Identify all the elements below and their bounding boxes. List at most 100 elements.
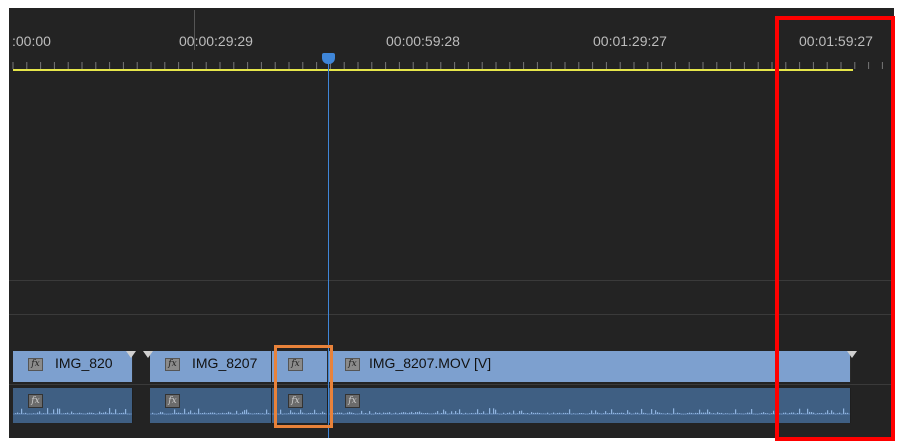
waveform-bar — [559, 412, 561, 414]
waveform-bar — [91, 412, 93, 414]
clip-marker — [126, 351, 136, 358]
waveform-bar — [591, 410, 593, 414]
waveform-bar — [39, 411, 41, 414]
waveform-bar — [407, 413, 409, 414]
waveform-bar — [543, 413, 545, 414]
waveform-bar — [93, 413, 95, 414]
waveform-bar — [521, 410, 523, 414]
waveform-bar — [661, 413, 663, 414]
waveform-bar — [101, 412, 103, 414]
waveform-bar — [194, 412, 196, 414]
waveform-bar — [709, 411, 711, 414]
waveform-bar — [349, 411, 351, 414]
waveform-bar — [529, 413, 531, 415]
waveform-bar — [689, 412, 691, 414]
video-clip[interactable]: fx IMG_820 — [13, 351, 133, 382]
waveform-bar — [47, 408, 49, 414]
waveform-bar — [236, 410, 238, 414]
waveform-bar — [357, 413, 359, 415]
waveform-bar — [691, 412, 693, 414]
audio-clip[interactable]: fx — [13, 388, 133, 423]
waveform-bar — [509, 412, 511, 414]
waveform-bar — [467, 413, 469, 415]
waveform-bar — [415, 412, 417, 414]
waveform-bar — [339, 412, 341, 414]
waveform-bar — [162, 412, 164, 414]
waveform-bar — [31, 413, 33, 415]
waveform-bar — [55, 413, 57, 414]
waveform-bar — [579, 413, 581, 414]
waveform-bar — [635, 412, 637, 414]
timeline-panel[interactable]: :00:00 00:00:29:29 00:00:59:28 00:01:29:… — [9, 8, 894, 438]
waveform-bar — [723, 413, 725, 415]
waveform-bar — [425, 412, 427, 414]
waveform-bar — [351, 412, 353, 414]
waveform-bar — [701, 412, 703, 414]
waveform-bar — [15, 413, 17, 414]
waveform-bar — [747, 412, 749, 414]
waveform-bar — [355, 413, 357, 415]
waveform-bar — [711, 413, 713, 414]
video-clip[interactable]: fx IMG_8207 — [150, 351, 272, 382]
waveform-bar — [457, 413, 459, 414]
waveform-bar — [198, 408, 200, 414]
waveform-bar — [715, 413, 717, 415]
waveform-bar — [230, 412, 232, 414]
work-area-bar[interactable] — [13, 69, 853, 71]
playhead-handle[interactable] — [322, 53, 335, 64]
waveform-bar — [729, 413, 731, 415]
waveform-bar — [129, 413, 131, 415]
waveform-bar — [256, 413, 258, 414]
waveform-bar — [441, 412, 443, 414]
audio-clip[interactable]: fx — [329, 388, 851, 423]
waveform-bar — [63, 413, 65, 414]
waveform-bar — [653, 413, 655, 415]
waveform-bar — [609, 413, 611, 414]
waveform-bar — [204, 412, 206, 414]
waveform-bar — [244, 410, 246, 414]
waveform-bar — [172, 413, 174, 414]
waveform-bar — [645, 413, 647, 414]
waveform-bar — [421, 412, 423, 414]
waveform-bar — [359, 413, 361, 415]
waveform-bar — [493, 408, 495, 414]
waveform-bar — [561, 413, 563, 415]
waveform-bar — [232, 413, 234, 415]
waveform-bar — [222, 412, 224, 414]
waveform-bar — [593, 413, 595, 414]
waveform-bar — [260, 413, 262, 415]
waveform-bar — [717, 412, 719, 414]
waveform-bar — [677, 412, 679, 414]
waveform-bar — [587, 413, 589, 415]
waveform-bar — [667, 412, 669, 414]
waveform-bar — [505, 413, 507, 415]
waveform-bar — [81, 413, 83, 414]
waveform-bar — [693, 413, 695, 414]
waveform-bar — [73, 413, 75, 414]
waveform-bar — [531, 412, 533, 414]
waveform-bar — [487, 413, 489, 415]
clip-marker — [143, 351, 153, 358]
video-clip[interactable]: fx IMG_8207.MOV [V] — [329, 351, 851, 382]
fx-icon[interactable]: fx — [345, 358, 360, 371]
audio-clip[interactable]: fx — [150, 388, 272, 423]
waveform-bar — [27, 413, 29, 415]
waveform-bar — [262, 413, 264, 414]
waveform-bar — [182, 413, 184, 414]
waveform-bar — [733, 413, 735, 414]
waveform-bar — [23, 413, 25, 414]
fx-icon[interactable]: fx — [165, 358, 180, 371]
waveform-bar — [673, 408, 675, 414]
waveform-bar — [755, 413, 757, 415]
waveform-bar — [625, 413, 627, 415]
waveform-bar — [49, 413, 51, 415]
waveform-bar — [224, 413, 226, 414]
waveform-bar — [573, 413, 575, 414]
waveform-bar — [109, 408, 111, 414]
waveform-bar — [417, 412, 419, 414]
waveform-bar — [769, 413, 771, 415]
waveform-bar — [409, 412, 411, 414]
waveform-bar — [208, 412, 210, 414]
waveform-bar — [393, 413, 395, 414]
fx-icon[interactable]: fx — [28, 358, 43, 371]
